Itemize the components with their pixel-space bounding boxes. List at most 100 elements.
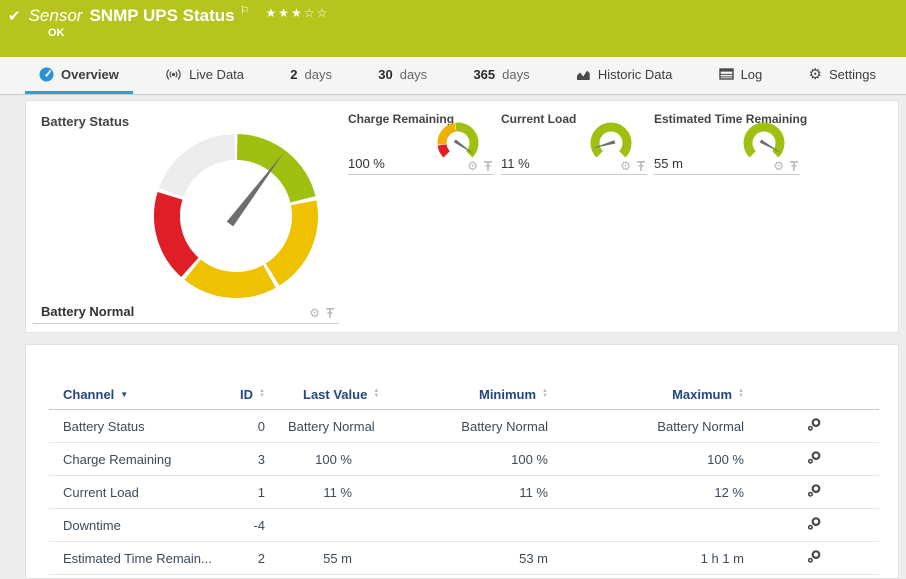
minimum-value: Battery Normal — [389, 419, 569, 434]
sort-icon: ▲▼ — [259, 389, 265, 399]
battery-status-gauge — [150, 130, 322, 302]
tab-live-data[interactable]: Live Data — [151, 57, 258, 94]
last-value: 100 % — [269, 452, 389, 467]
gauge-icon — [39, 67, 54, 82]
main-gauge-value: Battery Normal — [41, 304, 134, 319]
flag-icon[interactable]: ⚐ — [240, 4, 250, 17]
column-header-min[interactable]: Minimum▲▼ — [389, 387, 569, 402]
status-badge: OK — [48, 27, 65, 39]
tab-number: 365 — [473, 67, 495, 82]
table-row-current-load: Current Load111 %11 %12 % — [49, 476, 879, 509]
status-check-icon: ✔ — [8, 7, 21, 25]
tab-bar: Overview Live Data 2days 30 days 365days Histo… — [0, 57, 906, 95]
row-actions — [766, 516, 879, 534]
gauge-value: 11 % — [501, 156, 530, 171]
star-filled-icon[interactable]: ★ — [266, 6, 279, 20]
gear-icon: ⚙ — [809, 67, 822, 82]
tab-settings[interactable]: ⚙ Settings — [795, 57, 890, 94]
column-header-id[interactable]: ID▲▼ — [234, 387, 269, 402]
channel-settings-icon[interactable] — [806, 516, 823, 531]
gauge-cell-estimated-time-remaining: Estimated Time Remaining55 m⚙ — [654, 109, 800, 175]
channel-settings-icon[interactable] — [806, 483, 823, 498]
object-kind-label: Sensor — [29, 6, 83, 26]
page-title: SNMP UPS Status — [89, 6, 234, 26]
gauge-actions: ⚙ — [620, 160, 646, 172]
star-empty-icon[interactable]: ☆ — [317, 6, 330, 20]
tab-log[interactable]: Log — [705, 57, 777, 94]
row-actions — [766, 417, 879, 435]
main-gauge-cell: Battery Status Battery Normal ⚙ — [33, 109, 339, 324]
gauge-actions: ⚙ — [773, 160, 799, 172]
gauges-panel: Battery Status Battery Normal ⚙ Charge R… — [25, 100, 899, 333]
gauge-pin-icon[interactable] — [789, 160, 799, 172]
row-actions — [766, 483, 879, 501]
minimum-value: 100 % — [389, 452, 569, 467]
maximum-value: 100 % — [569, 452, 766, 467]
star-filled-icon[interactable]: ★ — [291, 6, 304, 20]
gauge-gear-icon[interactable]: ⚙ — [309, 307, 320, 319]
channel-name: Battery Status — [49, 419, 234, 434]
star-rating[interactable]: ★★★☆☆ — [266, 6, 330, 20]
tab-number: 2 — [290, 67, 297, 82]
channel-settings-icon[interactable] — [806, 549, 823, 564]
column-header-channel[interactable]: Channel▼ — [49, 387, 234, 402]
channel-name: Current Load — [49, 485, 234, 500]
table-row-downtime: Downtime-4 — [49, 509, 879, 542]
channel-settings-icon[interactable] — [806, 417, 823, 432]
tab-2-days[interactable]: 2days — [276, 57, 346, 94]
star-empty-icon[interactable]: ☆ — [304, 6, 317, 20]
sort-icon: ▲▼ — [542, 389, 548, 399]
table-row-charge-remaining: Charge Remaining3100 %100 %100 % — [49, 443, 879, 476]
sensor-titlebar: ✔ Sensor SNMP UPS Status ⚐ ★★★☆☆ OK — [0, 0, 906, 57]
row-actions — [766, 450, 879, 468]
channel-name: Charge Remaining — [49, 452, 234, 467]
gauge-cell-current-load: Current Load 11 % ⚙ — [501, 109, 647, 175]
last-value: 55 m — [269, 551, 389, 566]
gauge-dial — [588, 122, 634, 164]
channel-id: -4 — [234, 518, 269, 533]
channels-panel: Channel▼ID▲▼Last Value▲▼Minimum▲▼Maximum… — [25, 344, 899, 579]
table-header-row: Channel▼ID▲▼Last Value▲▼Minimum▲▼Maximum… — [49, 379, 879, 410]
column-header-last[interactable]: Last Value▲▼ — [269, 387, 389, 402]
tab-label: days — [400, 67, 427, 82]
minimum-value: 11 % — [389, 485, 569, 500]
main-gauge-title: Battery Status — [41, 114, 129, 129]
maximum-value: 12 % — [569, 485, 766, 500]
gauge-actions: ⚙ — [467, 160, 493, 172]
last-value: Battery Normal — [269, 419, 389, 434]
gauge-dial — [435, 122, 481, 164]
gauge-dial — [741, 122, 787, 164]
tab-label: Log — [741, 67, 763, 82]
table-row-battery-status: Battery Status0Battery NormalBattery Nor… — [49, 410, 879, 443]
row-actions — [766, 549, 879, 567]
live-icon — [165, 68, 182, 81]
gauge-pin-icon[interactable] — [325, 307, 335, 319]
tab-label: Historic Data — [598, 67, 672, 82]
sort-icon: ▲▼ — [738, 389, 744, 399]
log-icon — [719, 68, 734, 80]
channel-settings-icon[interactable] — [806, 450, 823, 465]
tab-30-days[interactable]: 30 days — [364, 57, 441, 94]
gauge-gear-icon[interactable]: ⚙ — [620, 160, 631, 172]
gauge-title: Current Load — [501, 112, 576, 126]
tab-number: 30 — [378, 67, 392, 82]
gauge-gear-icon[interactable]: ⚙ — [467, 160, 478, 172]
table-row-estimated-time-remain-: Estimated Time Remain...255 m53 m1 h 1 m — [49, 542, 879, 575]
gauge-gear-icon[interactable]: ⚙ — [773, 160, 784, 172]
channel-id: 0 — [234, 419, 269, 434]
tab-overview[interactable]: Overview — [25, 57, 133, 94]
last-value: 11 % — [269, 485, 389, 500]
gauge-pin-icon[interactable] — [483, 160, 493, 172]
gauge-value: 55 m — [654, 156, 683, 171]
tab-historic-data[interactable]: Historic Data — [562, 57, 686, 94]
column-header-max[interactable]: Maximum▲▼ — [569, 387, 766, 402]
minimum-value: 53 m — [389, 551, 569, 566]
tab-label: Settings — [829, 67, 876, 82]
main-gauge-actions: ⚙ — [309, 307, 335, 319]
tab-label: Live Data — [189, 67, 244, 82]
channel-name: Downtime — [49, 518, 234, 533]
channel-id: 2 — [234, 551, 269, 566]
tab-365-days[interactable]: 365days — [459, 57, 543, 94]
star-filled-icon[interactable]: ★ — [278, 6, 291, 20]
gauge-pin-icon[interactable] — [636, 160, 646, 172]
